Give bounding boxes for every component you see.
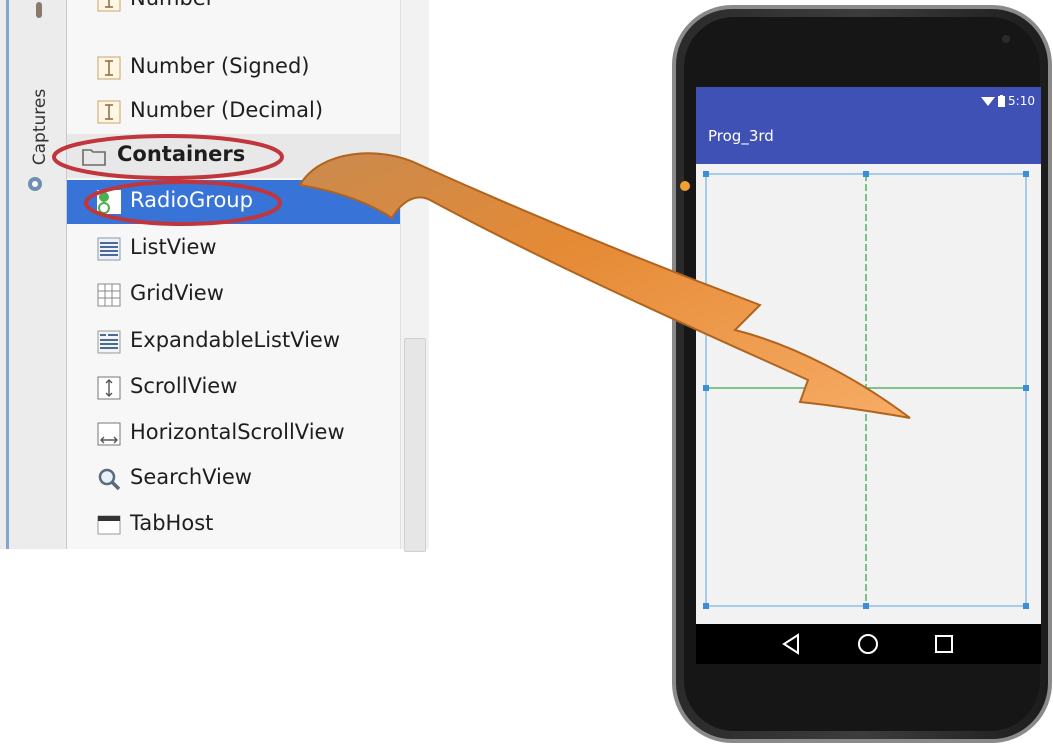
side-tool-strip: Captures bbox=[0, 0, 67, 549]
strip-edge bbox=[6, 0, 9, 549]
palette-item-radiogroup[interactable]: RadioGroup bbox=[67, 180, 400, 224]
status-time: 5:10 bbox=[1008, 94, 1035, 108]
tabhost-icon bbox=[96, 512, 122, 538]
app-title: Prog_3rd bbox=[708, 127, 774, 145]
palette-item-label: ScrollView bbox=[130, 374, 238, 398]
horizontal-scroll-icon bbox=[96, 421, 122, 447]
category-containers[interactable]: Containers bbox=[67, 134, 400, 178]
palette-item-number-decimal[interactable]: Number (Decimal) bbox=[67, 90, 400, 134]
phone-screen: 5:10 Prog_3rd bbox=[696, 87, 1041, 664]
recents-icon[interactable] bbox=[930, 630, 958, 658]
radiogroup-icon bbox=[96, 189, 122, 215]
palette-item-label: SearchView bbox=[130, 465, 252, 489]
layout-guides bbox=[703, 171, 1029, 609]
palette-item-label: GridView bbox=[130, 281, 224, 305]
palette-list: Number Number (Signed) Number (Decimal) Con… bbox=[67, 0, 400, 549]
scrollbar-thumb[interactable] bbox=[404, 338, 426, 552]
palette-item-label: ListView bbox=[130, 235, 217, 259]
text-field-icon bbox=[96, 0, 122, 13]
palette-item-number[interactable]: Number bbox=[67, 0, 400, 22]
palette-item-tabhost[interactable]: TabHost bbox=[67, 503, 400, 547]
listview-icon bbox=[96, 236, 122, 262]
palette-scrollbar[interactable] bbox=[400, 0, 429, 552]
palette-item-label: Number (Signed) bbox=[130, 54, 310, 78]
search-icon bbox=[96, 466, 122, 492]
strip-handle-icon bbox=[36, 2, 42, 18]
gridview-icon bbox=[96, 282, 122, 308]
palette-item-expandablelistview[interactable]: ExpandableListView bbox=[67, 320, 400, 364]
wifi-icon bbox=[981, 96, 996, 106]
nav-bar bbox=[696, 624, 1041, 664]
folder-icon bbox=[81, 143, 107, 169]
palette-item-label: RadioGroup bbox=[130, 188, 253, 212]
palette-item-number-signed[interactable]: Number (Signed) bbox=[67, 46, 400, 90]
palette-item-label: Containers bbox=[117, 142, 246, 166]
palette-item-label: ExpandableListView bbox=[130, 328, 341, 352]
palette-item-horizontalscrollview[interactable]: HorizontalScrollView bbox=[67, 412, 400, 456]
palette-item-label: HorizontalScrollView bbox=[130, 420, 345, 444]
palette-item-label: TabHost bbox=[130, 511, 214, 535]
home-icon[interactable] bbox=[854, 630, 882, 658]
palette-item-gridview[interactable]: GridView bbox=[67, 273, 400, 317]
scrollview-icon bbox=[96, 375, 122, 401]
back-icon[interactable] bbox=[778, 630, 806, 658]
palette-item-scrollview[interactable]: ScrollView bbox=[67, 366, 400, 410]
text-field-icon bbox=[96, 99, 122, 125]
captures-tab-label: Captures bbox=[30, 88, 50, 166]
captures-tab[interactable]: Captures bbox=[22, 62, 54, 212]
text-field-icon bbox=[96, 55, 122, 81]
palette-item-searchview[interactable]: SearchView bbox=[67, 457, 400, 501]
app-bar: 5:10 Prog_3rd bbox=[696, 87, 1041, 164]
palette-item-label: Number bbox=[130, 0, 214, 10]
palette-item-listview[interactable]: ListView bbox=[67, 227, 400, 271]
layout-canvas[interactable] bbox=[696, 164, 1041, 624]
expandablelist-icon bbox=[96, 329, 122, 355]
battery-icon bbox=[998, 95, 1006, 107]
status-bar: 5:10 bbox=[981, 91, 1035, 111]
camera-icon bbox=[28, 177, 42, 191]
palette-item-label: Number (Decimal) bbox=[130, 98, 324, 122]
